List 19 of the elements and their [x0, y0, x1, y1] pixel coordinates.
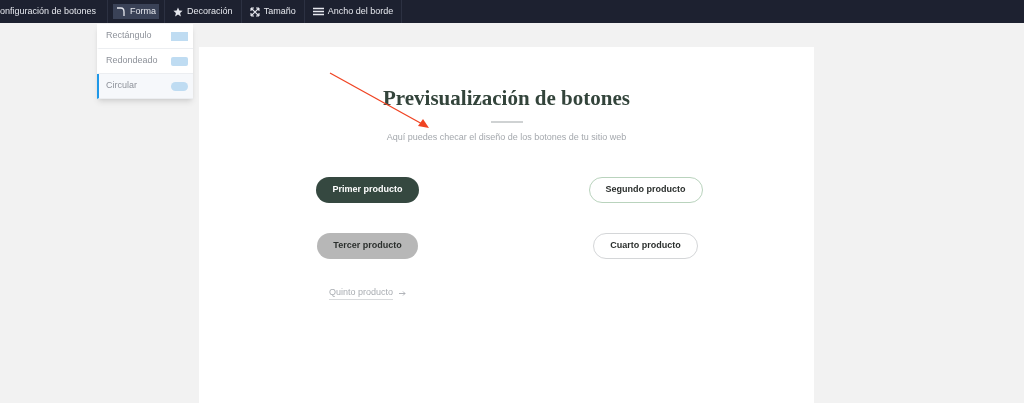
toolbar-tab[interactable]: Ancho del borde: [309, 4, 397, 19]
arrow-right-icon: [399, 290, 406, 296]
toolbar-tab[interactable]: Tamaño: [246, 4, 299, 19]
product-button[interactable]: Tercer producto: [317, 233, 418, 259]
lines-icon: [312, 7, 324, 16]
product-button[interactable]: Primer producto: [316, 177, 419, 203]
toolbar-tab[interactable]: Decoración: [170, 4, 236, 19]
preview-subtitle: Aquí puedes checar el diseño de los botones de tu sitio web: [386, 130, 627, 144]
preview-title: Previsualización de botones: [383, 85, 630, 112]
product-button[interactable]: Segundo producto: [588, 177, 703, 203]
shape-preview-icon: [171, 31, 188, 41]
toolbar-tab[interactable]: Forma: [113, 4, 160, 19]
shape-preview-icon: [171, 81, 188, 91]
resize-icon: [249, 6, 260, 17]
toolbar-tab[interactable]: onfiguración de botones: [0, 4, 100, 19]
star-icon: [173, 6, 184, 17]
shape-preview-icon: [171, 56, 188, 66]
curve-icon: [116, 6, 127, 17]
product-button[interactable]: Cuarto producto: [593, 233, 698, 259]
